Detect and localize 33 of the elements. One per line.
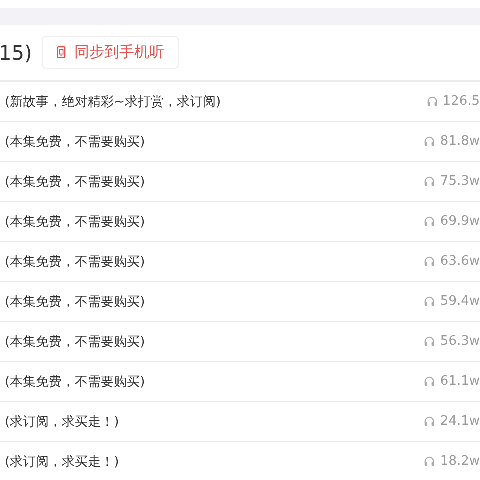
headphones-icon (424, 416, 436, 427)
play-count: 61.1w (440, 374, 480, 389)
episode-title[interactable]: (本集免费，不需要购买) (0, 252, 146, 270)
episode-title[interactable]: (本集免费，不需要购买) (0, 292, 146, 310)
headphones-icon (424, 256, 436, 267)
episode-count: 15) (0, 40, 32, 64)
headphones-icon (424, 216, 436, 227)
play-count: 59.4w (440, 294, 480, 309)
episode-title[interactable]: (求订阅，求买走！) (0, 412, 120, 430)
headphones-icon (424, 376, 436, 387)
play-count: 81.8w (440, 134, 480, 149)
episode-title[interactable]: (求订阅，求买走！) (0, 452, 120, 470)
episode-title[interactable]: (本集免费，不需要购买) (0, 172, 146, 190)
play-count: 75.3w (440, 174, 480, 189)
play-count: 69.9w (440, 214, 480, 229)
episode-title[interactable]: (本集免费，不需要购买) (0, 212, 146, 230)
play-count: 18.2w (440, 454, 480, 469)
play-count: 56.3w (440, 334, 480, 349)
episode-title[interactable]: (本集免费，不需要购买) (0, 372, 146, 390)
play-count: 63.6w (440, 254, 480, 269)
play-count: 126.5 (442, 94, 480, 109)
headphones-icon (424, 336, 436, 347)
headphones-icon (426, 96, 438, 107)
phone-icon (57, 46, 66, 59)
headphones-icon (424, 296, 436, 307)
play-count: 24.1w (440, 414, 480, 429)
sync-button[interactable]: 同步到手机听 (42, 36, 180, 69)
episode-title[interactable]: (新故事，绝对精彩~求打赏，求订阅) (0, 92, 222, 110)
headphones-icon (424, 136, 436, 147)
headphones-icon (424, 456, 436, 467)
episode-title[interactable]: (本集免费，不需要购买) (0, 132, 146, 150)
headphones-icon (424, 176, 436, 187)
episode-title[interactable]: (本集免费，不需要购买) (0, 332, 146, 350)
